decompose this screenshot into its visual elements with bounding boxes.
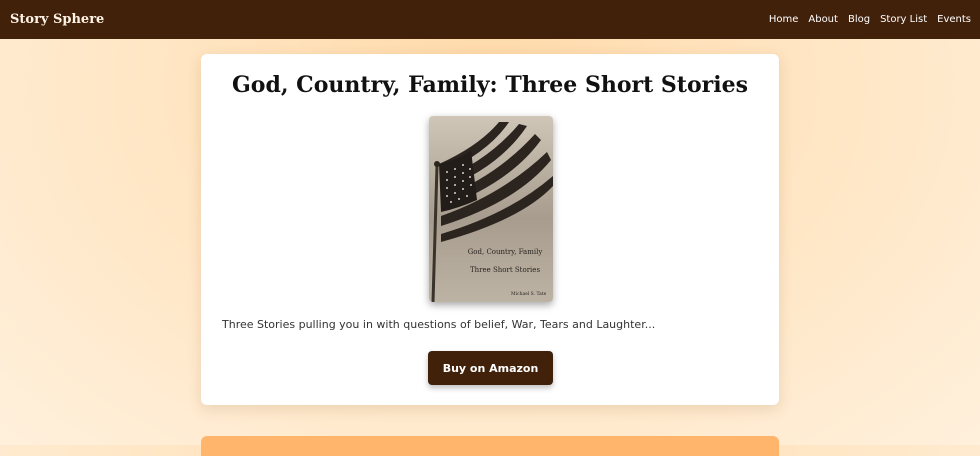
nav-link-home[interactable]: Home bbox=[769, 14, 799, 25]
cover-author: Michael S. Tate bbox=[511, 292, 547, 297]
brand-logo[interactable]: Story Sphere bbox=[10, 12, 104, 27]
navbar: Story Sphere Home About Blog Story List … bbox=[0, 0, 980, 39]
nav-link-story-list[interactable]: Story List bbox=[880, 14, 927, 25]
nav-link-blog[interactable]: Blog bbox=[848, 14, 870, 25]
cover-title-line-1: God, Country, Family bbox=[467, 248, 543, 256]
book-cover-image: God, Country, Family Three Short Stories… bbox=[429, 116, 553, 302]
nav-links: Home About Blog Story List Events bbox=[769, 14, 971, 25]
nav-link-about[interactable]: About bbox=[808, 14, 838, 25]
flag-illustration bbox=[431, 122, 553, 302]
buy-on-amazon-button[interactable]: Buy on Amazon bbox=[428, 351, 553, 385]
book-description: Three Stories pulling you in with questi… bbox=[222, 318, 656, 331]
next-card bbox=[201, 436, 779, 456]
book-title: God, Country, Family: Three Short Storie… bbox=[232, 72, 748, 98]
cover-title-line-2: Three Short Stories bbox=[469, 266, 541, 274]
nav-link-events[interactable]: Events bbox=[937, 14, 971, 25]
